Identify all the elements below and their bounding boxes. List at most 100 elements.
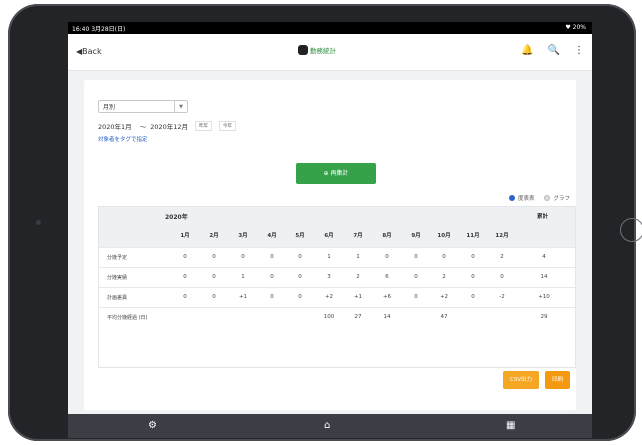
month-header: 11月	[466, 233, 480, 239]
table-cell: 100	[323, 314, 335, 320]
table-cell: 27	[354, 314, 362, 320]
calendar-icon[interactable]: ▦	[506, 420, 515, 431]
table-cell: 47	[440, 314, 448, 320]
table-row: 計画差異 0 0 +1 0 0 +2 +1 +6 0 +2 0 -2 +10	[99, 287, 575, 308]
table-cell: 0	[414, 294, 418, 300]
settings-icon[interactable]: ⚙	[148, 420, 157, 431]
table-cell: 0	[212, 274, 216, 280]
table-cell: 0	[270, 254, 274, 260]
app-logo-icon	[298, 45, 308, 55]
row-label: 分娩予定	[107, 255, 128, 261]
period-from[interactable]: 2020年1月	[98, 121, 132, 131]
radio-table-label: 度表表	[517, 196, 535, 202]
table-cell: 0	[414, 254, 418, 260]
table-cell: 0	[183, 274, 187, 280]
table-cell: 0	[241, 254, 245, 260]
battery-indicator: ♥ 20%	[565, 24, 586, 31]
table-cell: +1	[353, 294, 363, 300]
radio-selected-icon	[508, 195, 515, 201]
app-brand: 勤務統計	[298, 45, 336, 55]
camera-dot	[36, 220, 41, 225]
stats-card: 月別 ▼ 2020年1月 〜 2020年12月 昨年 今年 対象者をタグで指定 …	[84, 80, 576, 410]
last-year-chip[interactable]: 昨年	[195, 121, 213, 131]
month-header: 7月	[353, 233, 363, 239]
this-year-chip[interactable]: 今年	[219, 121, 237, 131]
view-toggle: 度表表 グラフ	[508, 194, 570, 202]
table-cell: +2	[439, 294, 449, 300]
radio-graph-label: グラフ	[553, 196, 570, 202]
status-time: 16:40 3月28日(日)	[72, 26, 126, 33]
table-cell: 6	[385, 274, 389, 280]
row-total: +10	[538, 294, 550, 300]
table-cell: 0	[385, 254, 389, 260]
table-cell: 0	[212, 294, 216, 300]
month-header: 10月	[437, 233, 451, 239]
back-button[interactable]: ◀Back	[76, 47, 102, 56]
table-row: 分娩実績 0 0 1 0 0 3 2 6 0 2 0 0 14	[99, 267, 575, 288]
table-cell: 1	[241, 274, 245, 280]
chevron-down-icon: ▼	[174, 101, 187, 112]
recalc-button[interactable]: ⊕ 再集計	[296, 163, 376, 184]
table-cell: 1	[356, 254, 360, 260]
period-range: 2020年1月 〜 2020年12月 昨年 今年	[98, 121, 237, 131]
month-header: 4月	[267, 233, 277, 239]
row-label: 計画差異	[107, 295, 128, 301]
radio-graph-view[interactable]: グラフ	[544, 194, 570, 202]
radio-table-view[interactable]: 度表表	[508, 194, 535, 202]
row-total: 29	[540, 314, 548, 320]
tablet-frame: 16:40 3月28日(日) ♥ 20% ◀Back 勤務統計 🔔 🔍 ⋮ 月別…	[8, 4, 642, 441]
period-to[interactable]: 2020年12月	[150, 121, 188, 131]
month-header: 3月	[238, 233, 248, 239]
home-icon[interactable]: ⌂	[324, 420, 330, 431]
row-total: 4	[542, 254, 546, 260]
table-year: 2020年	[165, 214, 188, 221]
month-header: 12月	[495, 233, 509, 239]
home-hardware-button	[620, 218, 642, 242]
table-cell: 0	[270, 294, 274, 300]
bottom-tab-bar: ⚙ ⌂ ▦	[68, 414, 592, 438]
table-cell: 1	[327, 254, 331, 260]
table-cell: 3	[327, 274, 331, 280]
month-header: 6月	[324, 233, 334, 239]
tag-filter-link[interactable]: 対象者をタグで指定	[98, 135, 148, 143]
csv-export-button[interactable]: CSV出力	[503, 371, 539, 389]
table-cell: 0	[471, 254, 475, 260]
radio-unselected-icon	[544, 195, 551, 201]
period-type-select[interactable]: 月別 ▼	[98, 100, 188, 113]
period-separator: 〜	[139, 123, 147, 131]
month-header: 1月	[180, 233, 190, 239]
table-cell: +2	[324, 294, 334, 300]
stats-table: 2020年 累計 1月 2月 3月 4月 5月 6月 7月 8月 9月 10月 …	[98, 206, 576, 368]
month-header: 9月	[411, 233, 421, 239]
row-total: 14	[540, 274, 548, 280]
table-row: 平均分娩経過 (日) 100 27 14 47 29	[99, 307, 575, 328]
period-type-value: 月別	[103, 104, 116, 111]
table-cell: +6	[382, 294, 392, 300]
table-cell: +1	[238, 294, 248, 300]
table-cell: 0	[500, 274, 504, 280]
table-cell: 0	[298, 274, 302, 280]
month-header: 2月	[209, 233, 219, 239]
row-label: 平均分娩経過 (日)	[107, 315, 148, 321]
month-header: 5月	[295, 233, 305, 239]
more-vertical-icon[interactable]: ⋮	[574, 45, 584, 56]
table-cell: 2	[442, 274, 446, 280]
bell-icon[interactable]: 🔔	[521, 45, 533, 56]
table-cell: 0	[212, 254, 216, 260]
search-icon[interactable]: 🔍	[548, 45, 560, 56]
table-cell: 0	[298, 254, 302, 260]
app-title: 勤務統計	[310, 47, 336, 55]
table-cell: -2	[499, 294, 505, 300]
table-cell: 2	[356, 274, 360, 280]
app-screen: 16:40 3月28日(日) ♥ 20% ◀Back 勤務統計 🔔 🔍 ⋮ 月別…	[68, 22, 592, 438]
month-header: 8月	[382, 233, 392, 239]
print-button[interactable]: 印刷	[545, 371, 570, 389]
nav-actions: 🔔 🔍 ⋮	[521, 45, 584, 56]
table-cell: 0	[183, 294, 187, 300]
row-label: 分娩実績	[107, 275, 128, 281]
table-row: 分娩予定 0 0 0 0 0 1 1 0 0 0 0 2 4	[99, 247, 575, 268]
table-cell: 0	[298, 294, 302, 300]
top-navbar: ◀Back 勤務統計 🔔 🔍 ⋮	[68, 34, 592, 71]
table-cell: 2	[500, 254, 504, 260]
table-cell: 0	[442, 254, 446, 260]
